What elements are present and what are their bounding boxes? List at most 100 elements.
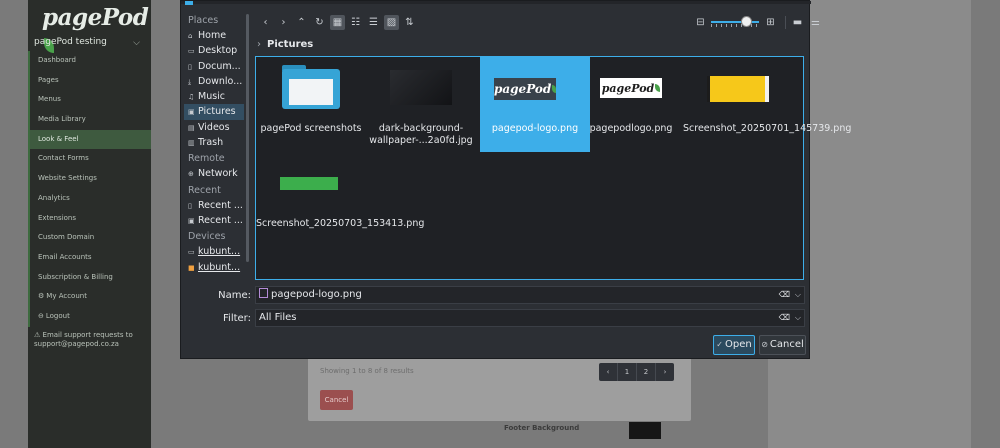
- file-name: dark-background-wallpaper-...2a0fd.jpg: [369, 123, 473, 146]
- zoom-in-icon[interactable]: ⊞: [763, 15, 778, 30]
- file-name: pagepodlogo.png: [589, 123, 673, 134]
- file-item[interactable]: Screenshot_20250703_153413.png: [256, 157, 424, 252]
- sidebar-item-extensions[interactable]: Extensions: [28, 208, 151, 229]
- zoom-slider-handle[interactable]: [741, 16, 752, 27]
- site-selector[interactable]: pagePod testing ⌵: [34, 37, 146, 48]
- file-name-input[interactable]: pagepod-logo.png ⌫ ⌵: [255, 286, 805, 304]
- trash-icon: ▥: [188, 139, 195, 148]
- preview-icon[interactable]: ▨: [384, 14, 399, 30]
- sidebar-item-look-and-feel[interactable]: Look & Feel: [28, 129, 151, 150]
- chevron-down-icon[interactable]: ⌵: [795, 287, 801, 303]
- place-trash[interactable]: ▥ Trash: [184, 135, 244, 150]
- compact-view-icon[interactable]: ☷: [348, 15, 363, 30]
- new-folder-icon[interactable]: ▬: [790, 15, 805, 30]
- file-item[interactable]: Screenshot_20250701_145739.png: [683, 57, 852, 152]
- device-1[interactable]: ▭ kubunt...: [184, 244, 244, 259]
- reload-icon[interactable]: ↻: [312, 15, 327, 30]
- sidebar-item-menus[interactable]: Menus: [28, 90, 151, 111]
- pager-page-2[interactable]: 2: [637, 363, 656, 381]
- drive-orange-icon: ■: [188, 263, 195, 272]
- place-network[interactable]: ⊕ Network: [184, 166, 244, 181]
- pagination: ‹ 1 2 ›: [599, 363, 674, 381]
- remote-section: Remote: [188, 153, 225, 165]
- file-name: Screenshot_20250701_145739.png: [683, 123, 852, 134]
- icon-view-icon[interactable]: ▦: [330, 14, 345, 30]
- app-logo: pagePod: [42, 4, 151, 58]
- pager-page-1[interactable]: 1: [618, 363, 637, 381]
- chevron-down-icon[interactable]: ⌵: [795, 310, 801, 326]
- pictures-icon: ▣: [188, 108, 195, 117]
- back-icon[interactable]: ‹: [258, 15, 273, 30]
- filter-select[interactable]: All Files ⌫ ⌵: [255, 309, 805, 327]
- video-icon: ▤: [188, 123, 195, 132]
- detail-view-icon[interactable]: ☰: [366, 15, 381, 30]
- sidebar-item-analytics[interactable]: Analytics: [28, 188, 151, 209]
- pager-prev[interactable]: ‹: [599, 363, 618, 381]
- support-note: ⚠ Email support requests to support@pagep…: [34, 331, 133, 348]
- sidebar-item-dashboard[interactable]: Dashboard: [28, 51, 151, 71]
- recent-locations[interactable]: ▣ Recent ...: [184, 213, 244, 228]
- sidebar-item-custom-domain[interactable]: Custom Domain: [28, 228, 151, 248]
- app-sidebar: pagePod pagePod testing ⌵ Dashboard Pages…: [28, 0, 151, 448]
- chevron-down-icon: ⌵: [133, 38, 140, 48]
- sidebar-item-pages[interactable]: Pages: [28, 70, 151, 91]
- recent-section: Recent: [188, 184, 221, 196]
- file-name: pagepod-logo.png: [491, 123, 579, 134]
- forward-icon[interactable]: ›: [276, 15, 291, 30]
- clear-icon[interactable]: ⌫: [779, 310, 790, 326]
- breadcrumb[interactable]: › Pictures: [257, 39, 313, 50]
- breadcrumb-chevron-icon: ›: [257, 39, 261, 50]
- name-label: Name:: [218, 290, 251, 301]
- panel-cancel-button[interactable]: Cancel: [320, 390, 353, 410]
- place-desktop[interactable]: ▭ Desktop: [184, 43, 244, 58]
- device-2[interactable]: ■ kubunt...: [184, 260, 244, 275]
- options-icon[interactable]: ⚌: [808, 15, 823, 30]
- devices-section: Devices: [188, 231, 226, 243]
- network-icon: ⊕: [188, 170, 194, 179]
- recent-files[interactable]: ▯ Recent ...: [184, 198, 244, 213]
- titlebar-icon: [185, 1, 193, 5]
- sort-icon[interactable]: ⇅: [402, 15, 417, 30]
- zoom-out-icon[interactable]: ⊟: [693, 15, 708, 30]
- pager-next[interactable]: ›: [656, 363, 674, 381]
- drive-icon: ▭: [188, 248, 195, 257]
- sidebar-item-subscription-billing[interactable]: Subscription & Billing: [28, 267, 151, 288]
- warning-icon: ⚠: [34, 331, 43, 339]
- sidebar-item-media-library[interactable]: Media Library: [28, 110, 151, 130]
- results-count: Showing 1 to 8 of 8 results: [320, 367, 414, 375]
- places-panel: Places ⌂ Home ▭ Desktop ▯ Docum... ⤓ Downlo.…: [184, 12, 244, 284]
- place-home[interactable]: ⌂ Home: [184, 28, 244, 43]
- places-section: Places: [188, 15, 219, 26]
- place-music[interactable]: ♫ Music: [184, 89, 244, 104]
- file-item[interactable]: dark-background-wallpaper-...2a0fd.jpg: [366, 57, 476, 152]
- sidebar-item-my-account[interactable]: ⚙ My Account: [28, 287, 151, 307]
- place-videos[interactable]: ▤ Videos: [184, 120, 244, 135]
- image-thumbnail: [707, 76, 769, 102]
- place-downloads[interactable]: ⤓ Downlo...: [184, 74, 244, 89]
- sidebar-item-website-settings[interactable]: Website Settings: [28, 169, 151, 189]
- music-icon: ♫: [188, 93, 195, 102]
- sidebar-item-email-accounts[interactable]: Email Accounts: [28, 247, 151, 268]
- places-scrollbar[interactable]: [246, 14, 249, 262]
- cancel-button[interactable]: ⊘ Cancel: [759, 335, 806, 355]
- recent-folder-icon: ▣: [188, 216, 195, 225]
- cancel-icon: ⊘: [761, 340, 768, 349]
- file-view: pagePod screenshots dark-background-wall…: [255, 56, 852, 280]
- file-item[interactable]: pagePod screenshots: [256, 57, 366, 152]
- open-button[interactable]: ✓ Open: [713, 335, 755, 355]
- place-documents[interactable]: ▯ Docum...: [184, 59, 244, 74]
- check-icon: ✓: [716, 340, 723, 349]
- up-icon[interactable]: ⌃: [294, 15, 309, 30]
- clear-icon[interactable]: ⌫: [779, 287, 790, 303]
- sidebar-item-logout[interactable]: ⊖ Logout: [28, 306, 151, 327]
- file-item[interactable]: pagePod pagepodlogo.png: [576, 57, 686, 152]
- image-thumbnail: [280, 177, 338, 190]
- zoom-slider[interactable]: [711, 15, 759, 29]
- image-thumbnail: [390, 70, 452, 105]
- place-pictures[interactable]: ▣ Pictures: [184, 104, 244, 120]
- gear-icon: ⚙: [38, 292, 45, 301]
- sidebar-item-contact-forms[interactable]: Contact Forms: [28, 149, 151, 170]
- footer-background-swatch[interactable]: [629, 422, 661, 439]
- filter-label: Filter:: [223, 313, 251, 324]
- file-item-selected[interactable]: pagePod pagepod-logo.png: [480, 57, 590, 152]
